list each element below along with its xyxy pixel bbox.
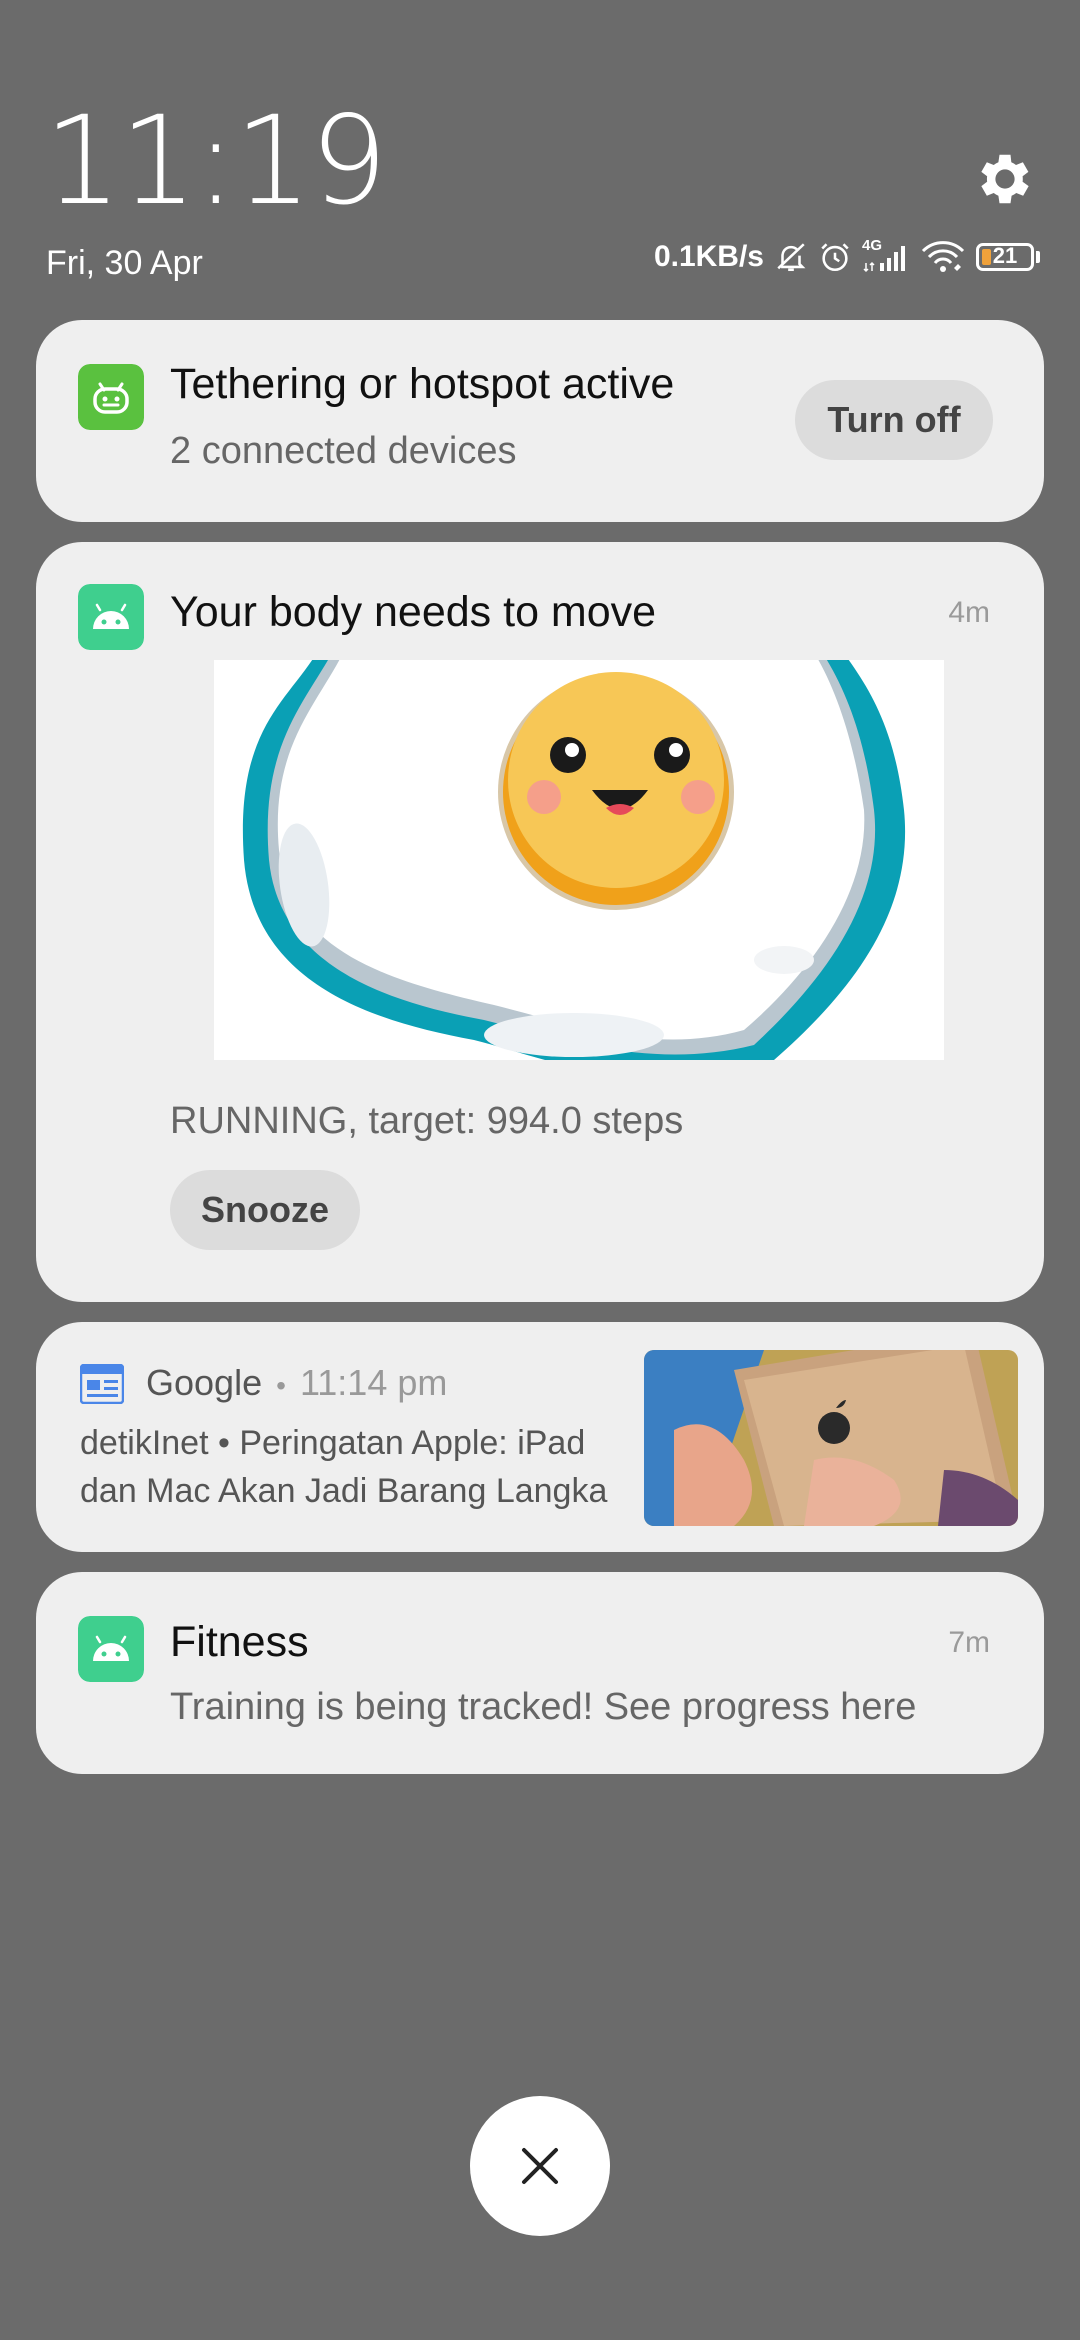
notification-body-line-2: dan Mac Akan Jadi Barang Langka bbox=[80, 1472, 608, 1510]
network-speed: 0.1KB/s bbox=[653, 240, 764, 273]
android-icon bbox=[78, 1616, 144, 1682]
mute-bell-icon bbox=[777, 243, 806, 272]
google-news-icon bbox=[80, 1364, 124, 1404]
notification-time: 7m bbox=[948, 1626, 990, 1659]
hotspot-icon bbox=[78, 364, 144, 430]
wifi-icon bbox=[921, 241, 965, 272]
android-icon bbox=[78, 584, 144, 650]
date: Fri, 30 Apr bbox=[46, 244, 203, 282]
clear-all-button[interactable] bbox=[470, 2096, 610, 2236]
snooze-button[interactable]: Snooze bbox=[170, 1170, 360, 1250]
news-thumbnail bbox=[644, 1350, 1018, 1526]
notification-title: Your body needs to move bbox=[170, 588, 657, 636]
notification-google[interactable]: Google • 11:14 pm detikInet • Peringatan… bbox=[36, 1322, 1044, 1552]
battery-level: 21 bbox=[992, 243, 1018, 268]
close-icon bbox=[522, 2148, 558, 2184]
settings-gear-icon[interactable] bbox=[972, 146, 1038, 212]
notification-body-line-1: detikInet • Peringatan Apple: iPad bbox=[80, 1424, 586, 1462]
notification-subtitle: 2 connected devices bbox=[170, 430, 517, 472]
egg-illustration bbox=[214, 660, 944, 1060]
notification-header: Google • 11:14 pm bbox=[146, 1362, 447, 1404]
notification-body-move[interactable]: Your body needs to move 4m RUNNING, targ… bbox=[36, 542, 1044, 1302]
battery-icon: 21 bbox=[976, 243, 1040, 271]
notification-time: 11:14 pm bbox=[299, 1362, 448, 1403]
turn-off-button[interactable]: Turn off bbox=[795, 380, 993, 460]
notification-time: 4m bbox=[948, 596, 990, 629]
notification-title: Tethering or hotspot active bbox=[170, 360, 675, 408]
network-type: 4G bbox=[862, 237, 883, 254]
app-name: Google bbox=[146, 1362, 263, 1403]
status-bar: 0.1KB/s 4G 21 bbox=[653, 237, 1040, 274]
notification-subtitle: Training is being tracked! See progress … bbox=[170, 1686, 917, 1728]
notification-fitness[interactable]: Fitness 7m Training is being tracked! Se… bbox=[36, 1572, 1044, 1774]
notification-tethering[interactable]: Tethering or hotspot active 2 connected … bbox=[36, 320, 1044, 522]
signal-icon: 4G bbox=[862, 237, 910, 273]
clock: 11:19 bbox=[44, 90, 388, 232]
alarm-icon bbox=[821, 243, 849, 272]
separator: • bbox=[276, 1370, 286, 1401]
notification-status-text: RUNNING, target: 994.0 steps bbox=[170, 1100, 684, 1142]
notification-title: Fitness bbox=[170, 1618, 309, 1666]
